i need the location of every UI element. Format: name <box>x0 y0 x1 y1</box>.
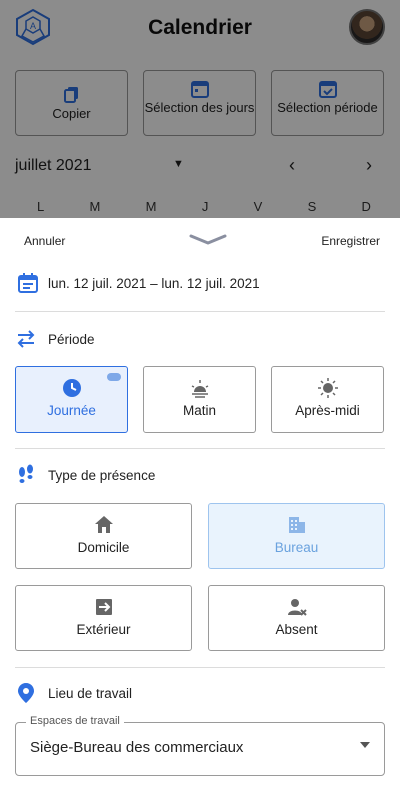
presence-section-header: Type de présence <box>15 464 385 486</box>
period-option-label: Journée <box>47 403 96 418</box>
presence-option-domicile[interactable]: Domicile <box>15 503 192 569</box>
calendar-icon <box>18 273 38 293</box>
presence-option-exterieur[interactable]: Extérieur <box>15 585 192 651</box>
presence-option-label: Absent <box>275 622 318 637</box>
divider <box>15 448 385 449</box>
workplace-section-header: Lieu de travail <box>15 682 385 704</box>
divider <box>15 667 385 668</box>
presence-title: Type de présence <box>48 468 156 483</box>
date-range-row[interactable]: lun. 12 juil. 2021 – lun. 12 juil. 2021 <box>15 272 385 294</box>
presence-option-label: Bureau <box>274 540 319 555</box>
exit-icon <box>95 599 112 615</box>
period-option-matin[interactable]: Matin <box>143 366 256 433</box>
divider <box>15 311 385 312</box>
sunrise-icon <box>191 380 208 398</box>
person-off-icon <box>287 599 307 616</box>
period-option-label: Après-midi <box>295 403 360 418</box>
workspace-select[interactable]: Espaces de travail Siège-Bureau des comm… <box>15 715 385 776</box>
workspace-select-label: Espaces de travail <box>26 715 124 727</box>
period-option-label: Matin <box>182 403 216 418</box>
dropdown-arrow-icon[interactable] <box>360 742 370 748</box>
presence-option-bureau[interactable]: Bureau <box>208 503 385 569</box>
home-icon <box>94 516 113 533</box>
presence-option-label: Extérieur <box>76 622 131 637</box>
save-button[interactable]: Enregistrer <box>321 234 380 248</box>
clock-icon <box>62 379 81 397</box>
period-section-header: Période <box>15 328 385 350</box>
presence-option-label: Domicile <box>77 540 130 555</box>
selected-badge <box>107 373 121 381</box>
sheet-header: Annuler Enregistrer <box>0 218 400 262</box>
location-pin-icon <box>18 683 34 703</box>
workspace-select-value: Siège-Bureau des commerciaux <box>30 739 244 756</box>
footsteps-icon <box>19 464 33 483</box>
period-title: Période <box>48 332 95 347</box>
period-option-journee[interactable]: Journée <box>15 366 128 433</box>
date-range-text: lun. 12 juil. 2021 – lun. 12 juil. 2021 <box>48 276 260 291</box>
presence-option-absent[interactable]: Absent <box>208 585 385 651</box>
cancel-button[interactable]: Annuler <box>24 234 65 248</box>
workplace-title: Lieu de travail <box>48 686 133 701</box>
swap-arrows-icon <box>17 330 35 348</box>
sun-icon <box>317 378 338 398</box>
presence-bottom-sheet: Annuler Enregistrer lun. 12 juil. 2021 –… <box>0 218 400 800</box>
office-building-icon <box>288 517 305 533</box>
period-option-apres-midi[interactable]: Après-midi <box>271 366 384 433</box>
chevron-down-icon[interactable] <box>188 232 228 246</box>
